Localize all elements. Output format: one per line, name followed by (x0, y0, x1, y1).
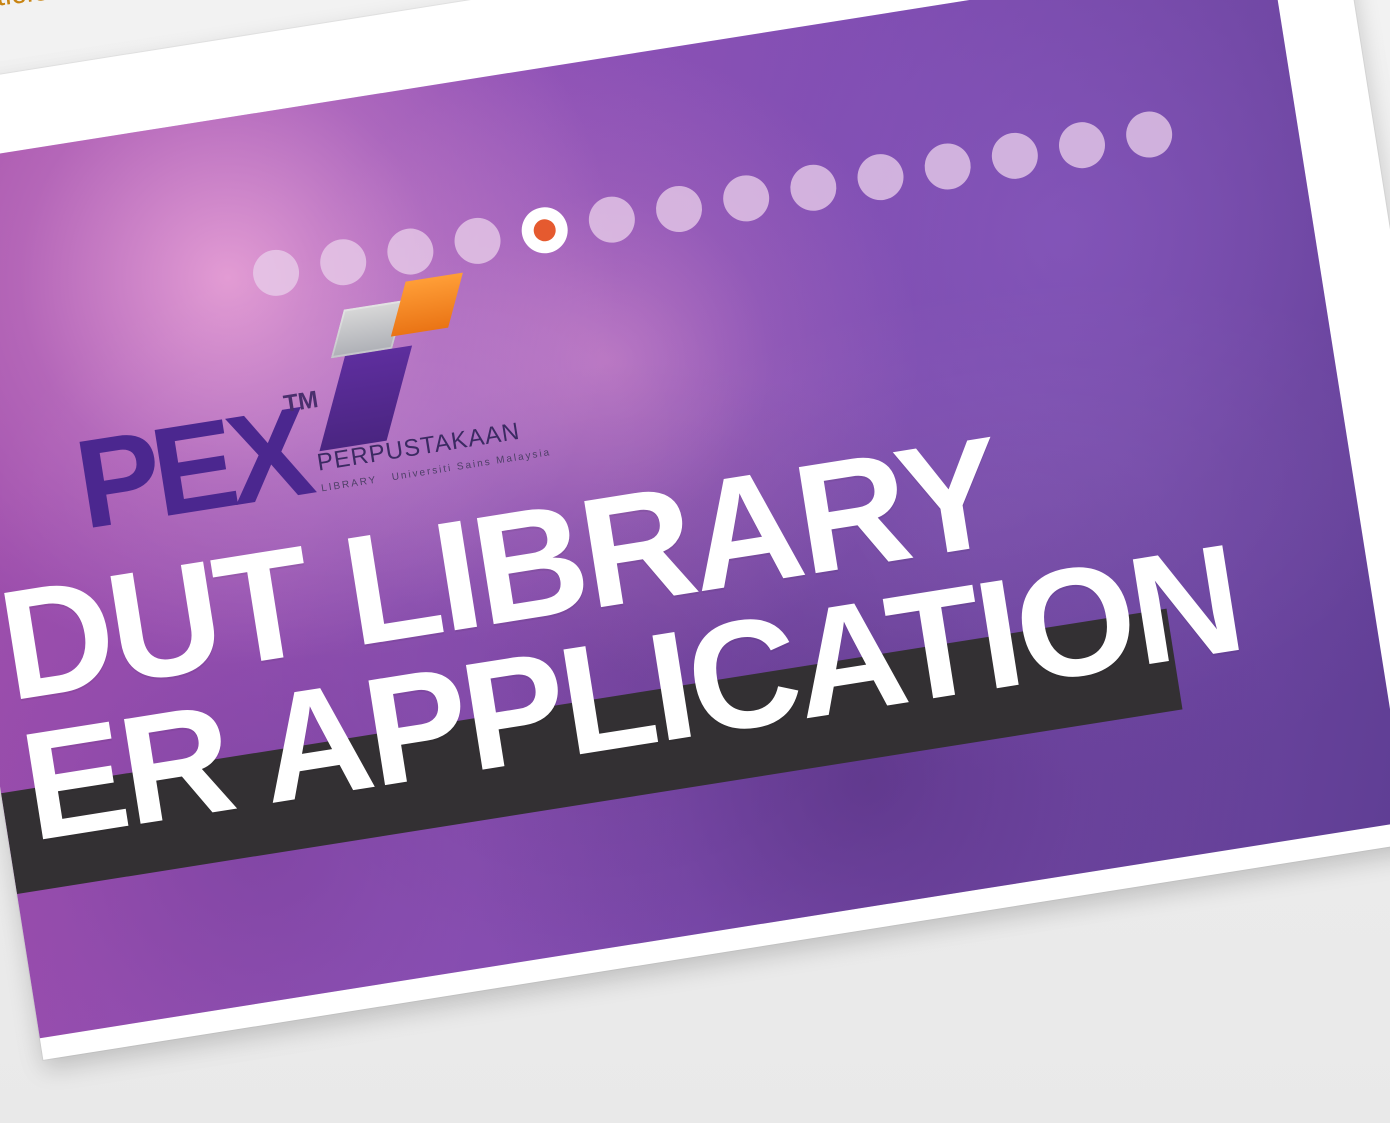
carousel-dot-8[interactable] (719, 172, 773, 225)
carousel-dot-14[interactable] (1122, 108, 1176, 161)
library-logo: PERPUSTAKAAN LIBRARY Universiti Sains Ma… (290, 249, 578, 494)
carousel-dot-7[interactable] (652, 182, 706, 236)
carousel-dot-13[interactable] (1055, 118, 1109, 172)
carousel-dot-9[interactable] (787, 161, 840, 215)
carousel-dot-11[interactable] (921, 140, 974, 193)
logo-orange-shape-icon (390, 272, 463, 337)
carousel-dot-6[interactable] (585, 193, 639, 246)
logo-purple-shape-icon (319, 345, 413, 452)
carousel-dot-12[interactable] (988, 129, 1042, 183)
carousel-dot-10[interactable] (854, 150, 907, 204)
library-subtitle-left: LIBRARY (320, 474, 379, 495)
